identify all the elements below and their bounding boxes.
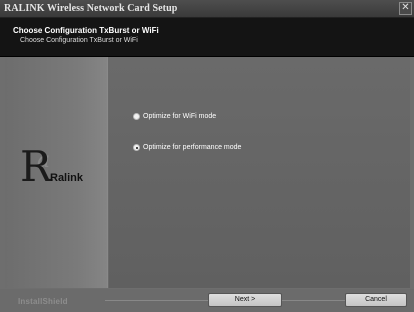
wizard-header: Choose Configuration TxBurst or WiFi Cho… (0, 18, 414, 57)
installshield-brand: InstallShield (18, 297, 68, 306)
panel-divider (107, 57, 109, 288)
content-area: a R Ralink Optimize for WiFi mode Optimi… (5, 57, 410, 288)
logo-text: Ralink (50, 172, 84, 184)
radio-icon[interactable] (133, 144, 140, 151)
option-label: Optimize for WiFi mode (143, 113, 217, 120)
window-title: RALINK Wireless Network Card Setup (4, 3, 178, 14)
title-bar: RALINK Wireless Network Card Setup ✕ (0, 0, 414, 18)
setup-window: RALINK Wireless Network Card Setup ✕ Cho… (0, 0, 414, 312)
ralink-logo: a R Ralink (20, 142, 110, 192)
close-icon[interactable]: ✕ (399, 2, 412, 15)
radio-icon[interactable] (133, 113, 140, 120)
option-wifi-mode[interactable]: Optimize for WiFi mode (133, 111, 283, 123)
left-graphic-panel: a R Ralink (5, 57, 107, 288)
logo-letter-r: R (20, 142, 52, 191)
option-performance-mode[interactable]: Optimize for performance mode (133, 142, 303, 154)
next-button[interactable]: Next > (208, 293, 282, 307)
cancel-button[interactable]: Cancel (345, 293, 407, 307)
header-subtitle: Choose Configuration TxBurst or WiFi (20, 37, 138, 44)
option-label: Optimize for performance mode (143, 144, 242, 151)
header-title: Choose Configuration TxBurst or WiFi (13, 26, 159, 35)
